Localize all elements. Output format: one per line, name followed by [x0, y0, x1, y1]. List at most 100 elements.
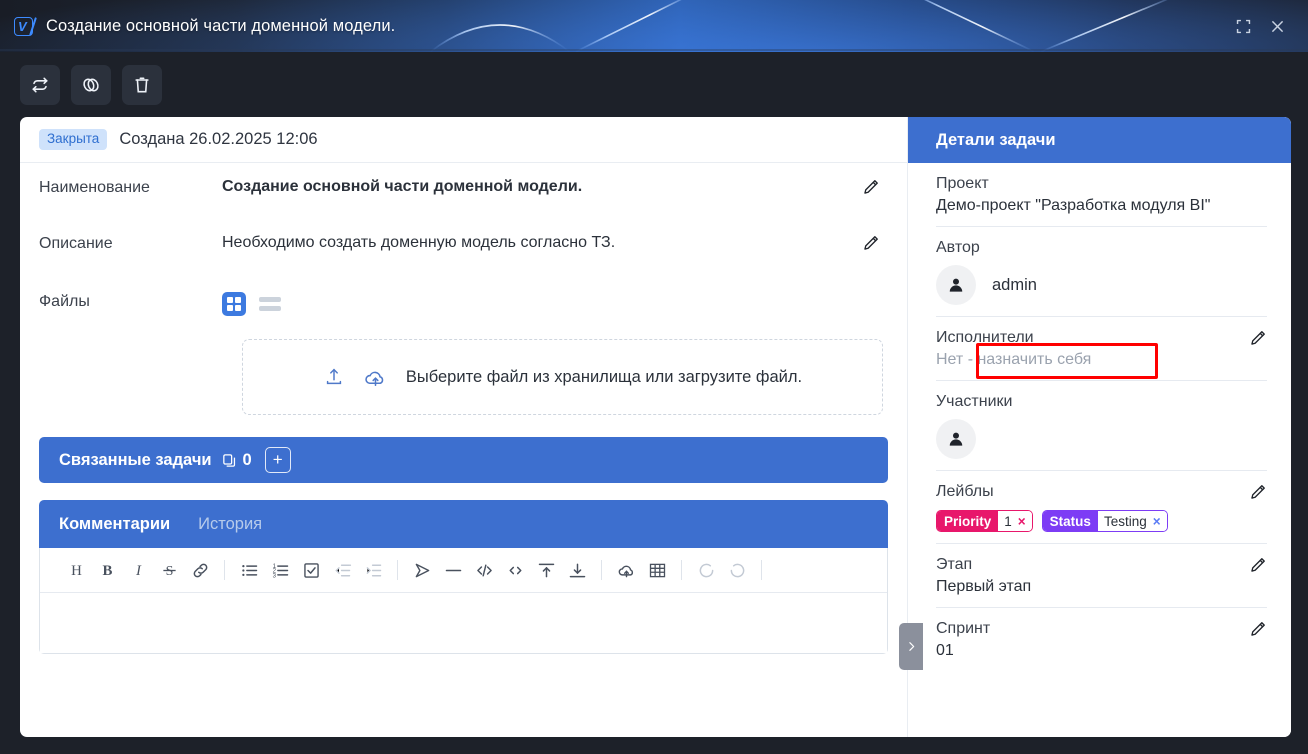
label-chip-value-wrap: Testing ×	[1097, 511, 1167, 531]
stage-value: Первый этап	[936, 578, 1032, 595]
comment-editor-textarea[interactable]	[40, 593, 887, 653]
v-logo-icon: V	[14, 16, 37, 37]
numbered-list-icon[interactable]: 123	[266, 555, 294, 585]
files-pencil-spacer	[861, 290, 883, 292]
files-view-toggle	[222, 292, 861, 316]
tab-history[interactable]: История	[198, 515, 262, 534]
horizontal-rule-icon[interactable]	[439, 555, 467, 585]
task-details-pane: Детали задачи Проект Демо-проект "Разраб…	[907, 117, 1291, 737]
details-section-sprint: Спринт 01	[936, 608, 1267, 671]
fullscreen-icon[interactable]	[1226, 9, 1260, 43]
task-main-pane: Закрыта Создана 26.02.2025 12:06 Наимено…	[20, 117, 907, 737]
code-block-icon[interactable]	[470, 555, 498, 585]
bold-icon[interactable]: B	[93, 555, 121, 585]
svg-text:I: I	[135, 562, 142, 578]
details-body: Проект Демо-проект "Разработка модуля BI…	[908, 163, 1291, 671]
file-dropzone[interactable]: Выберите файл из хранилища или загрузите…	[242, 339, 883, 415]
checklist-icon[interactable]	[297, 555, 325, 585]
edit-stage-pencil-icon[interactable]	[1248, 556, 1267, 580]
close-icon[interactable]	[1260, 9, 1294, 43]
participants-label: Участники	[936, 393, 1013, 410]
remove-label-icon[interactable]: ×	[1153, 514, 1161, 529]
related-tasks-bar[interactable]: Связанные задачи 0 +	[39, 437, 888, 483]
window-titlebar: V Создание основной части доменной модел…	[0, 0, 1308, 52]
window-title: Создание основной части доменной модели.	[46, 16, 396, 35]
add-related-task-button[interactable]: +	[264, 447, 291, 473]
grid-view-icon[interactable]	[222, 292, 246, 316]
svg-text:3: 3	[272, 572, 276, 579]
comments-tabs: Комментарии История	[39, 500, 888, 548]
edit-labels-pencil-icon[interactable]	[1248, 483, 1267, 507]
label-chip-key: Priority	[937, 511, 999, 531]
cloud-upload-icon[interactable]	[363, 365, 388, 390]
label-chip-value: Testing	[1103, 513, 1147, 529]
link-button[interactable]	[71, 64, 111, 105]
italic-icon[interactable]: I	[124, 555, 152, 585]
insert-below-icon[interactable]	[563, 555, 591, 585]
list-view-icon[interactable]	[259, 293, 281, 315]
edit-name-pencil-icon[interactable]	[861, 176, 883, 202]
label-chip-value-wrap: 1 ×	[998, 511, 1032, 531]
files-view-toggle-wrap	[222, 290, 861, 316]
details-section-project: Проект Демо-проект "Разработка модуля BI…	[936, 163, 1267, 227]
edit-sprint-pencil-icon[interactable]	[1248, 620, 1267, 644]
label-chip-value: 1	[1004, 513, 1012, 529]
assignees-label: Исполнители	[936, 329, 1034, 346]
participant-avatar-icon[interactable]	[936, 419, 976, 459]
details-section-participants: Участники	[936, 381, 1267, 471]
stage-label: Этап	[936, 556, 973, 573]
field-row-name: Наименование Создание основной части дом…	[20, 176, 907, 212]
dropzone-text: Выберите файл из хранилища или загрузите…	[405, 367, 803, 386]
field-value-name: Создание основной части доменной модели.	[222, 178, 583, 195]
table-icon[interactable]	[643, 555, 671, 585]
labels-label: Лейблы	[936, 483, 994, 500]
author-avatar-icon	[936, 265, 976, 305]
upload-cloud-icon[interactable]	[612, 555, 640, 585]
created-date: Создана 26.02.2025 12:06	[119, 130, 318, 148]
label-chip[interactable]: Status Testing ×	[1041, 510, 1168, 532]
refresh-button[interactable]	[20, 64, 60, 105]
editor-separator	[397, 560, 398, 580]
label-chip[interactable]: Priority 1 ×	[936, 510, 1033, 532]
assignees-value[interactable]: Нет - назначить себя	[936, 351, 1267, 369]
author-name: admin	[992, 275, 1037, 294]
field-label-name: Наименование	[39, 179, 150, 196]
blockquote-icon[interactable]	[408, 555, 436, 585]
indent-icon[interactable]	[359, 555, 387, 585]
related-tasks-count: 0	[221, 451, 252, 470]
author-row: admin	[936, 265, 1267, 305]
strikethrough-icon[interactable]: S	[155, 555, 183, 585]
details-section-labels: Лейблы Priority 1 × Status Testing ×	[936, 471, 1267, 544]
collapse-details-handle[interactable]	[899, 623, 923, 670]
details-header: Детали задачи	[908, 117, 1291, 163]
edit-description-pencil-icon[interactable]	[861, 232, 883, 258]
inline-code-icon[interactable]	[501, 555, 529, 585]
task-card: Закрыта Создана 26.02.2025 12:06 Наимено…	[20, 117, 1291, 737]
editor-separator	[224, 560, 225, 580]
sprint-label: Спринт	[936, 620, 991, 637]
upload-arrow-icon[interactable]	[323, 366, 345, 388]
edit-assignees-pencil-icon[interactable]	[1248, 329, 1267, 353]
delete-button[interactable]	[122, 64, 162, 105]
field-row-description: Описание Необходимо создать доменную мод…	[20, 232, 907, 268]
task-status-row: Закрыта Создана 26.02.2025 12:06	[20, 117, 907, 163]
undo-icon[interactable]	[692, 555, 720, 585]
comment-editor: H B I S 123	[39, 548, 888, 654]
details-section-author: Автор admin	[936, 227, 1267, 317]
details-section-stage: Этап Первый этап	[936, 544, 1267, 608]
tab-comments[interactable]: Комментарии	[59, 515, 170, 534]
svg-text:B: B	[102, 562, 112, 578]
sprint-value: 01	[936, 642, 954, 659]
details-section-assignees: Исполнители Нет - назначить себя	[936, 317, 1267, 381]
svg-text:H: H	[71, 562, 82, 578]
outdent-icon[interactable]	[328, 555, 356, 585]
status-badge: Закрыта	[39, 129, 108, 150]
redo-icon[interactable]	[723, 555, 751, 585]
remove-label-icon[interactable]: ×	[1018, 514, 1026, 529]
labels-chip-list: Priority 1 × Status Testing ×	[936, 510, 1267, 532]
bullet-list-icon[interactable]	[235, 555, 263, 585]
comment-editor-toolbar: H B I S 123	[40, 548, 887, 593]
insert-above-icon[interactable]	[532, 555, 560, 585]
heading-icon[interactable]: H	[62, 555, 90, 585]
link-icon[interactable]	[186, 555, 214, 585]
